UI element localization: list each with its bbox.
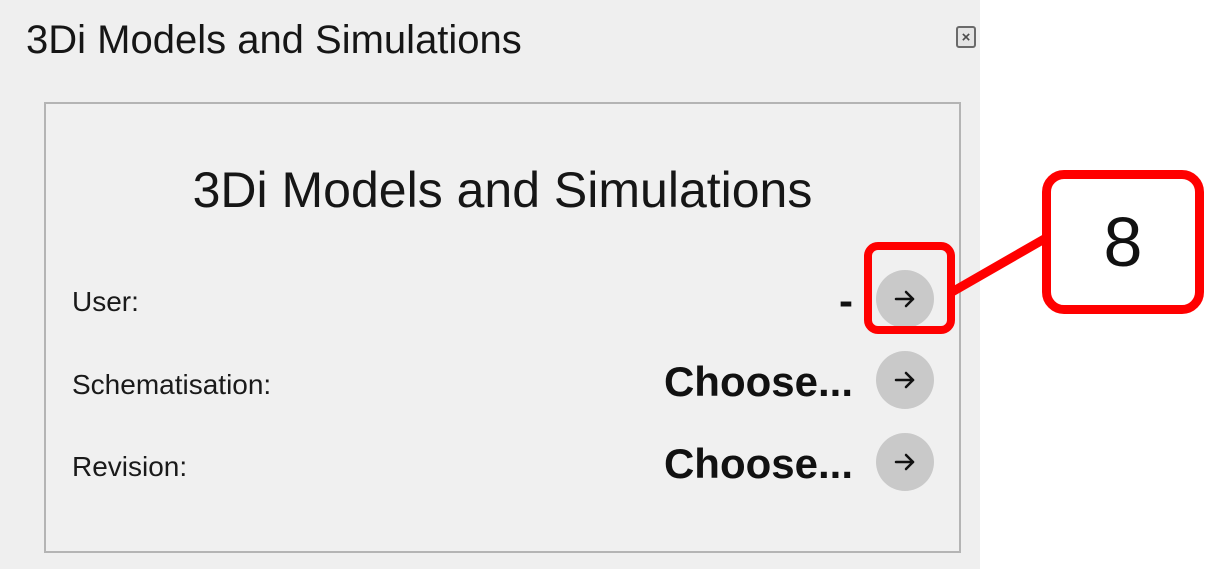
highlight-box bbox=[864, 242, 955, 334]
close-icon[interactable]: × bbox=[956, 26, 976, 48]
schematisation-value: Choose... bbox=[663, 358, 853, 405]
schematisation-choose-button[interactable] bbox=[876, 351, 934, 409]
dock-title: 3Di Models and Simulations bbox=[26, 18, 522, 62]
models-simulations-panel: 3Di Models and Simulations User: - Schem… bbox=[44, 102, 961, 553]
revision-value: Choose... bbox=[663, 440, 853, 487]
panel-heading: 3Di Models and Simulations bbox=[192, 162, 813, 218]
revision-label: Revision: bbox=[72, 451, 188, 482]
callout-box: 8 bbox=[1042, 170, 1204, 314]
dock-widget: 3Di Models and Simulations × 3Di Models … bbox=[0, 0, 980, 569]
callout-number: 8 bbox=[1103, 203, 1143, 281]
arrow-right-icon bbox=[894, 371, 915, 389]
user-value: - bbox=[839, 277, 853, 324]
arrow-right-icon bbox=[894, 453, 915, 471]
revision-choose-button[interactable] bbox=[876, 433, 934, 491]
user-label: User: bbox=[72, 286, 139, 317]
schematisation-label: Schematisation: bbox=[72, 369, 272, 400]
